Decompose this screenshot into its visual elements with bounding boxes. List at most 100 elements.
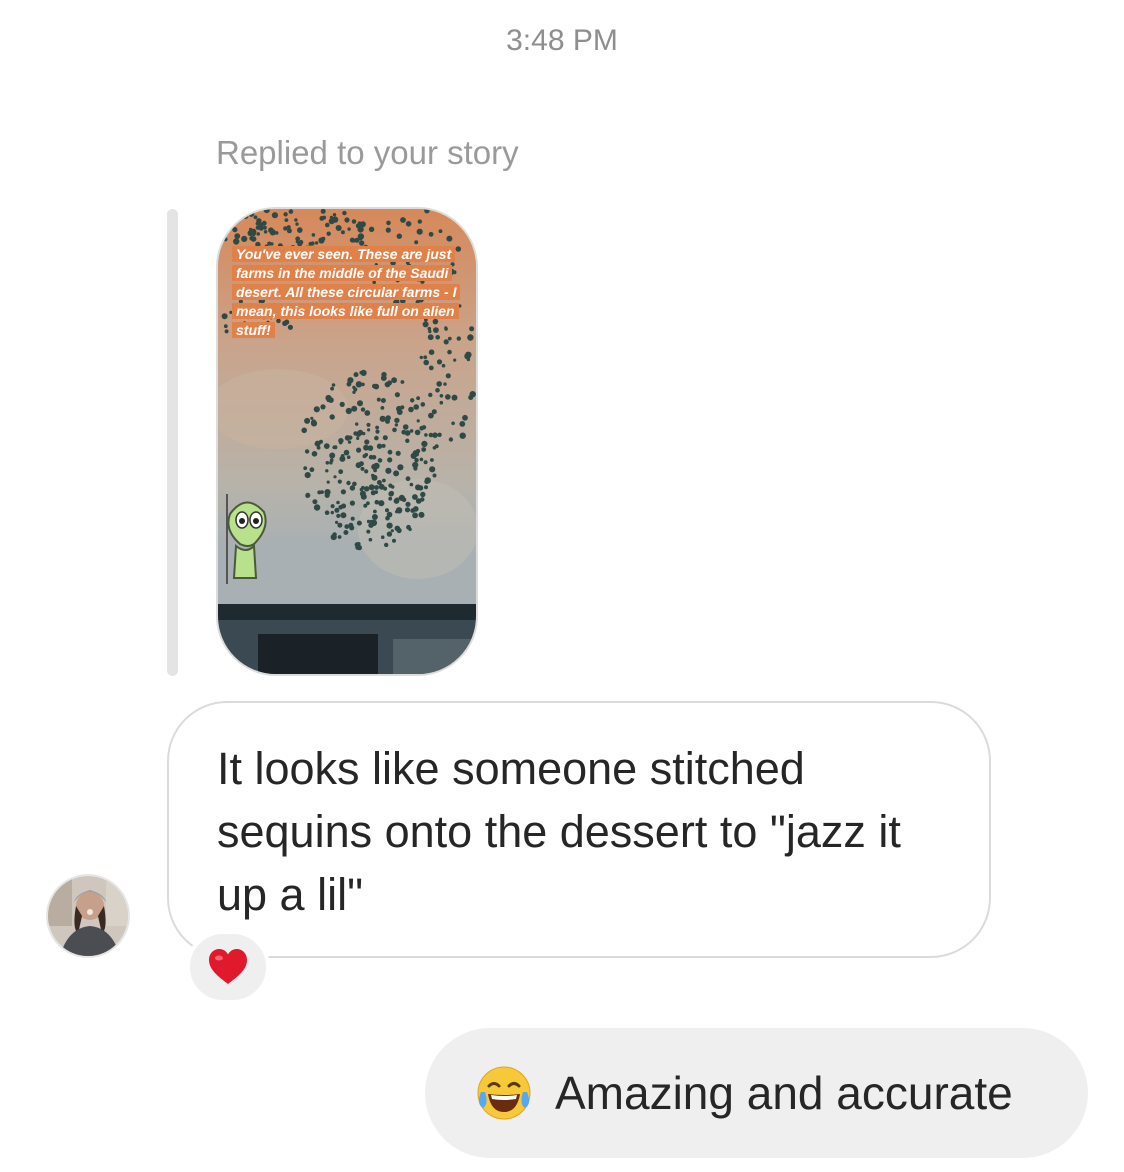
farm-dot [387, 457, 393, 463]
farm-dot [390, 529, 394, 533]
farm-dot [353, 431, 358, 436]
farm-dot [423, 460, 428, 465]
farm-dot [436, 359, 443, 365]
farm-dot [459, 421, 466, 427]
farm-dot [342, 210, 347, 216]
farm-dot [404, 507, 411, 513]
farm-dot [346, 480, 351, 486]
farm-dot [253, 215, 258, 220]
farm-dot [354, 237, 360, 243]
heart-reaction[interactable] [186, 930, 270, 1004]
farm-dot [451, 394, 458, 401]
farm-dot [438, 229, 443, 234]
farm-dot [334, 507, 340, 513]
farm-dot [326, 231, 331, 236]
farm-dot [409, 482, 414, 487]
farm-dot [331, 383, 336, 387]
farm-dot [241, 235, 248, 242]
farm-dot [380, 406, 385, 410]
farm-dot [385, 508, 389, 513]
farm-dot [386, 220, 391, 226]
farm-dot [295, 236, 301, 242]
farm-dot [221, 209, 227, 215]
farm-dot [362, 454, 367, 459]
farm-dot [392, 427, 397, 433]
sender-avatar[interactable] [46, 874, 130, 958]
farm-dot [226, 223, 231, 227]
farm-dot [326, 480, 330, 484]
farm-dot [375, 425, 379, 430]
farm-dot [330, 504, 335, 509]
farm-dot [418, 511, 425, 518]
farm-dot [476, 377, 478, 380]
farm-dot [355, 422, 359, 426]
farm-dot [301, 427, 307, 434]
farm-dot [405, 221, 412, 227]
farm-dot [462, 414, 468, 421]
farm-dot [311, 233, 316, 237]
farm-dot [390, 485, 395, 489]
farm-dot [340, 489, 346, 495]
farm-dot [410, 398, 415, 403]
farm-dot [360, 407, 366, 412]
farm-dot [402, 424, 409, 430]
farm-dot [396, 233, 402, 239]
farm-dot [428, 365, 434, 371]
farm-dot [374, 435, 379, 441]
farm-dot [369, 519, 373, 523]
farm-dot [387, 449, 393, 455]
farm-dot [340, 230, 345, 235]
farm-dot [414, 429, 421, 436]
farm-dot [409, 429, 414, 433]
farm-dot [255, 221, 259, 226]
farm-dot [380, 398, 386, 403]
farm-dot [377, 458, 383, 463]
farm-dot [416, 419, 420, 423]
farm-dot [395, 450, 401, 456]
farm-dot [366, 529, 371, 534]
farm-dot [437, 432, 442, 437]
farm-dot [340, 454, 345, 458]
farm-dot [311, 419, 317, 425]
farm-dot [378, 500, 385, 507]
farm-dot [374, 490, 379, 494]
farm-dot [364, 410, 371, 416]
message-timestamp: 3:48 PM [506, 24, 618, 57]
sent-message-bubble[interactable]: Amazing and accurate [425, 1028, 1088, 1158]
farm-dot [350, 516, 355, 521]
farm-dot [367, 428, 371, 432]
farm-dot [408, 406, 414, 413]
story-thumbnail[interactable]: You've ever seen. These are just farms i… [216, 207, 478, 676]
farm-dot [232, 227, 238, 233]
farm-dot [337, 522, 343, 528]
farm-dot [366, 422, 371, 427]
farm-dot [362, 431, 366, 436]
farm-dot [329, 460, 333, 465]
farm-dot [221, 313, 228, 320]
farm-dot [233, 238, 240, 245]
farm-dot [256, 232, 260, 236]
farm-dot [414, 458, 419, 463]
farm-dot [364, 486, 370, 492]
farm-dot [428, 392, 433, 398]
farm-dot [325, 222, 330, 228]
farm-dot [310, 416, 314, 420]
farm-dot [439, 394, 444, 398]
farm-dot [363, 444, 369, 451]
farm-dot [401, 429, 407, 435]
farm-dot [456, 218, 463, 225]
farm-dot [375, 429, 380, 434]
farm-dot [356, 545, 362, 551]
farm-dot [297, 227, 303, 233]
farm-dot [349, 485, 356, 491]
farm-dot [453, 358, 457, 362]
farm-dot [382, 435, 388, 441]
farm-dot [269, 229, 276, 236]
farm-dot [400, 496, 406, 502]
farm-dot [340, 512, 347, 519]
farm-dot [284, 218, 289, 222]
farm-dot [441, 363, 446, 368]
farm-dot [395, 507, 403, 514]
farm-dot [320, 404, 326, 410]
received-message-bubble[interactable]: It looks like someone stitched sequins o… [167, 701, 991, 958]
